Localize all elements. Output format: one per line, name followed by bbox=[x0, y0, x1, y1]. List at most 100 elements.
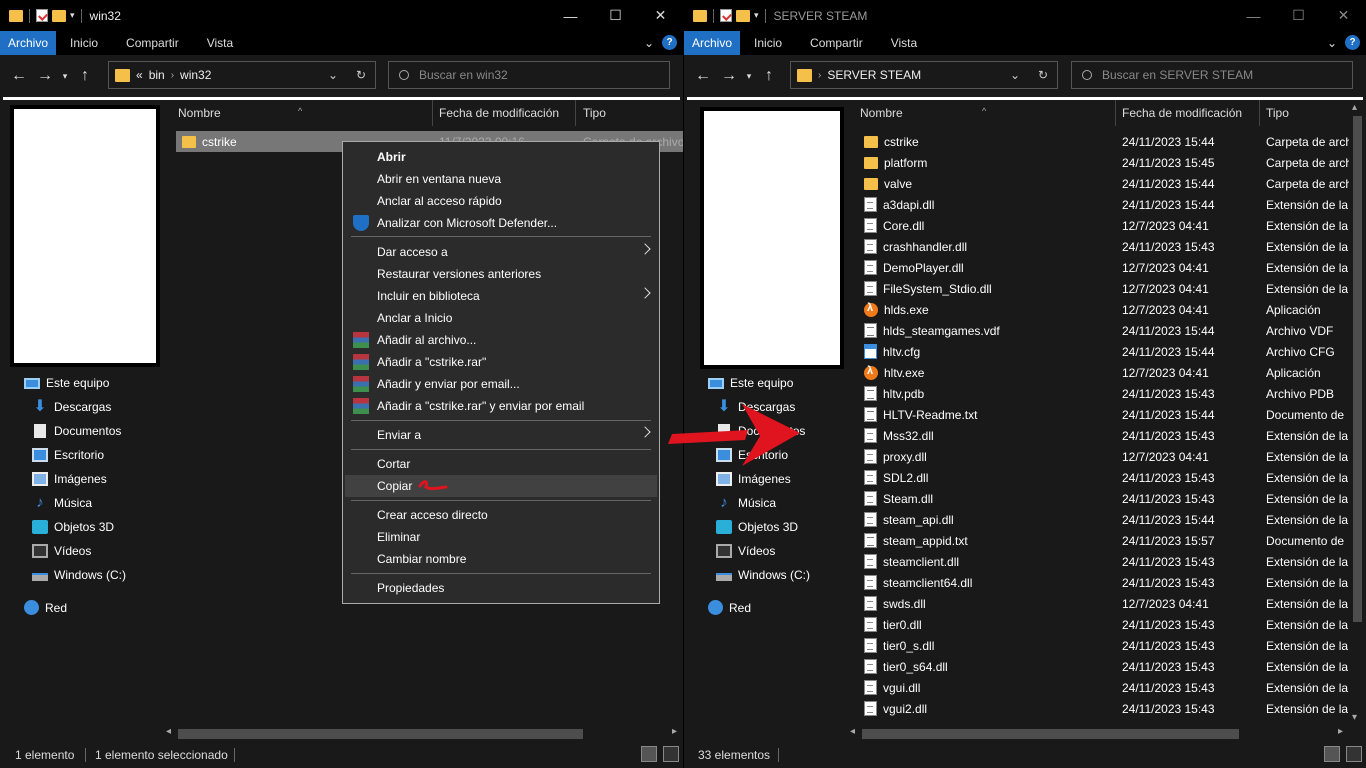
nav-windows-c[interactable]: Windows (C:) bbox=[716, 568, 810, 582]
refresh-icon[interactable]: ↻ bbox=[1029, 68, 1057, 82]
nav-musica[interactable]: ♪ Música bbox=[32, 495, 92, 510]
nav-documentos[interactable]: Documentos bbox=[32, 424, 121, 438]
tab-vista[interactable]: Vista bbox=[877, 31, 931, 55]
back-button[interactable]: ← bbox=[6, 61, 32, 91]
scroll-up-icon[interactable]: ▴ bbox=[1352, 102, 1357, 113]
close-button[interactable]: ✕ bbox=[1321, 0, 1366, 31]
menu-item-anadir-rar[interactable]: Añadir a "cstrike.rar" bbox=[343, 351, 659, 373]
table-row[interactable]: steamclient.dll 24/11/2023 15:43 Extensión… bbox=[864, 551, 1348, 572]
menu-item-abrir[interactable]: Abrir bbox=[343, 146, 659, 168]
table-row[interactable]: a3dapi.dll 24/11/2023 15:44 Extensión de l… bbox=[864, 194, 1348, 215]
expand-ribbon-icon[interactable]: ⌄ bbox=[1327, 36, 1337, 50]
menu-item-restaurar-versiones[interactable]: Restaurar versiones anteriores bbox=[343, 263, 659, 285]
table-row[interactable]: Mss32.dll 24/11/2023 15:43 Extensión de la bbox=[864, 425, 1348, 446]
tab-vista[interactable]: Vista bbox=[193, 31, 247, 55]
back-button[interactable]: ← bbox=[690, 61, 716, 91]
table-row[interactable]: vgui.dll 24/11/2023 15:43 Extensión de la bbox=[864, 677, 1348, 698]
menu-item-eliminar[interactable]: Eliminar bbox=[343, 526, 659, 548]
nav-windows-c[interactable]: Windows (C:) bbox=[32, 568, 126, 582]
tab-archivo[interactable]: Archivo bbox=[0, 31, 57, 55]
column-nombre[interactable]: Nombre bbox=[178, 106, 221, 120]
details-view-icon[interactable] bbox=[641, 746, 657, 762]
nav-descargas[interactable]: ⬇ Descargas bbox=[716, 399, 795, 415]
table-row[interactable]: valve 24/11/2023 15:44 Carpeta de arch bbox=[864, 173, 1352, 194]
scroll-thumb[interactable] bbox=[178, 729, 583, 739]
minimize-button[interactable]: — bbox=[548, 0, 593, 31]
table-row[interactable]: FileSystem_Stdio.dll 12/7/2023 04:41 Exten… bbox=[864, 278, 1348, 299]
menu-item-copiar[interactable]: Copiar bbox=[345, 475, 657, 497]
help-icon[interactable]: ? bbox=[662, 35, 677, 50]
table-row[interactable]: swds.dll 12/7/2023 04:41 Extensión de la bbox=[864, 593, 1348, 614]
menu-item-anadir-enviar-email[interactable]: Añadir y enviar por email... bbox=[343, 373, 659, 395]
new-folder-icon[interactable] bbox=[736, 9, 750, 22]
column-nombre[interactable]: Nombre bbox=[860, 106, 903, 120]
horizontal-scrollbar[interactable]: ◂ ▸ bbox=[160, 725, 683, 742]
nav-escritorio[interactable]: Escritorio bbox=[716, 448, 788, 462]
forward-button[interactable]: → bbox=[716, 61, 742, 91]
scroll-right-icon[interactable]: ▸ bbox=[672, 726, 677, 737]
nav-videos[interactable]: Vídeos bbox=[32, 544, 91, 558]
table-row[interactable]: cstrike 24/11/2023 15:44 Carpeta de arch bbox=[864, 131, 1352, 152]
help-icon[interactable]: ? bbox=[1345, 35, 1360, 50]
menu-item-anclar-acceso-rapido[interactable]: Anclar al acceso rápido bbox=[343, 190, 659, 212]
table-row[interactable]: Core.dll 12/7/2023 04:41 Extensión de la bbox=[864, 215, 1348, 236]
forward-button[interactable]: → bbox=[32, 61, 58, 91]
nav-este-equipo[interactable]: Este equipo bbox=[24, 376, 109, 390]
column-divider[interactable] bbox=[432, 100, 433, 126]
column-tipo[interactable]: Tipo bbox=[1266, 106, 1289, 120]
menu-item-crear-acceso-directo[interactable]: Crear acceso directo bbox=[343, 504, 659, 526]
large-icons-view-icon[interactable] bbox=[663, 746, 679, 762]
table-row[interactable]: SDL2.dll 24/11/2023 15:43 Extensión de la bbox=[864, 467, 1348, 488]
maximize-button[interactable]: ☐ bbox=[593, 0, 638, 31]
table-row[interactable]: tier0_s64.dll 24/11/2023 15:43 Extensión d… bbox=[864, 656, 1348, 677]
search-box[interactable]: Buscar en SERVER STEAM bbox=[1071, 61, 1353, 89]
menu-item-propiedades[interactable]: Propiedades bbox=[343, 577, 659, 599]
menu-item-analizar-defender[interactable]: Analizar con Microsoft Defender... bbox=[343, 212, 659, 234]
column-divider[interactable] bbox=[1115, 100, 1116, 126]
address-dropdown-icon[interactable]: ⌄ bbox=[1001, 68, 1029, 82]
up-button[interactable]: ↑ bbox=[72, 61, 98, 91]
table-row[interactable]: vgui2.dll 24/11/2023 15:43 Extensión de la bbox=[864, 698, 1348, 719]
nav-musica[interactable]: ♪ Música bbox=[716, 495, 776, 510]
menu-item-anadir-archivo[interactable]: Añadir al archivo... bbox=[343, 329, 659, 351]
customize-dropdown-icon[interactable]: ▾ bbox=[70, 10, 75, 21]
up-button[interactable]: ↑ bbox=[756, 61, 782, 91]
table-row[interactable]: hltv.pdb 24/11/2023 15:43 Archivo PDB bbox=[864, 383, 1348, 404]
table-row[interactable]: Steam.dll 24/11/2023 15:43 Extensión de la bbox=[864, 488, 1348, 509]
table-row[interactable]: hltv.cfg 24/11/2023 15:44 Archivo CFG bbox=[864, 341, 1348, 362]
customize-dropdown-icon[interactable]: ▾ bbox=[754, 10, 759, 21]
nav-este-equipo[interactable]: Este equipo bbox=[708, 376, 793, 390]
scroll-right-icon[interactable]: ▸ bbox=[1338, 726, 1343, 737]
expand-ribbon-icon[interactable]: ⌄ bbox=[644, 36, 654, 50]
address-bar[interactable]: › SERVER STEAM ⌄ ↻ bbox=[790, 61, 1058, 89]
tab-compartir[interactable]: Compartir bbox=[796, 31, 877, 55]
properties-icon[interactable] bbox=[36, 9, 48, 22]
table-row[interactable]: hlds_steamgames.vdf 24/11/2023 15:44 Archi… bbox=[864, 320, 1348, 341]
menu-item-cortar[interactable]: Cortar bbox=[343, 453, 659, 475]
table-row[interactable]: tier0.dll 24/11/2023 15:43 Extensión de la bbox=[864, 614, 1348, 635]
horizontal-scrollbar[interactable]: ◂ ▸ bbox=[844, 725, 1349, 742]
new-folder-icon[interactable] bbox=[52, 9, 66, 22]
table-row[interactable]: crashhandler.dll 24/11/2023 15:43 Extensió… bbox=[864, 236, 1348, 257]
nav-escritorio[interactable]: Escritorio bbox=[32, 448, 104, 462]
menu-item-abrir-ventana-nueva[interactable]: Abrir en ventana nueva bbox=[343, 168, 659, 190]
close-button[interactable]: ✕ bbox=[638, 0, 683, 31]
nav-documentos[interactable]: Documentos bbox=[716, 424, 805, 438]
details-view-icon[interactable] bbox=[1324, 746, 1340, 762]
table-row[interactable]: DemoPlayer.dll 12/7/2023 04:41 Extensión d… bbox=[864, 257, 1348, 278]
table-row[interactable]: hlds.exe 12/7/2023 04:41 Aplicación bbox=[864, 299, 1348, 320]
title-bar[interactable]: ▾ win32 — ☐ ✕ bbox=[0, 0, 683, 31]
column-divider[interactable] bbox=[575, 100, 576, 126]
column-tipo[interactable]: Tipo bbox=[583, 106, 606, 120]
column-divider[interactable] bbox=[1259, 100, 1260, 126]
breadcrumb-win32[interactable]: win32 bbox=[180, 68, 211, 82]
table-row[interactable]: steam_appid.txt 24/11/2023 15:57 Documento… bbox=[864, 530, 1348, 551]
vertical-scrollbar[interactable]: ▴ ▾ bbox=[1349, 100, 1366, 725]
address-bar[interactable]: « bin › win32 ⌄ ↻ bbox=[108, 61, 376, 89]
title-bar[interactable]: ▾ SERVER STEAM — ☐ ✕ bbox=[684, 0, 1366, 31]
table-row[interactable]: steam_api.dll 24/11/2023 15:44 Extensión d… bbox=[864, 509, 1348, 530]
nav-red[interactable]: Red bbox=[708, 600, 751, 615]
maximize-button[interactable]: ☐ bbox=[1276, 0, 1321, 31]
menu-item-dar-acceso[interactable]: Dar acceso a bbox=[343, 241, 659, 263]
recent-locations-icon[interactable]: ▾ bbox=[742, 61, 756, 91]
